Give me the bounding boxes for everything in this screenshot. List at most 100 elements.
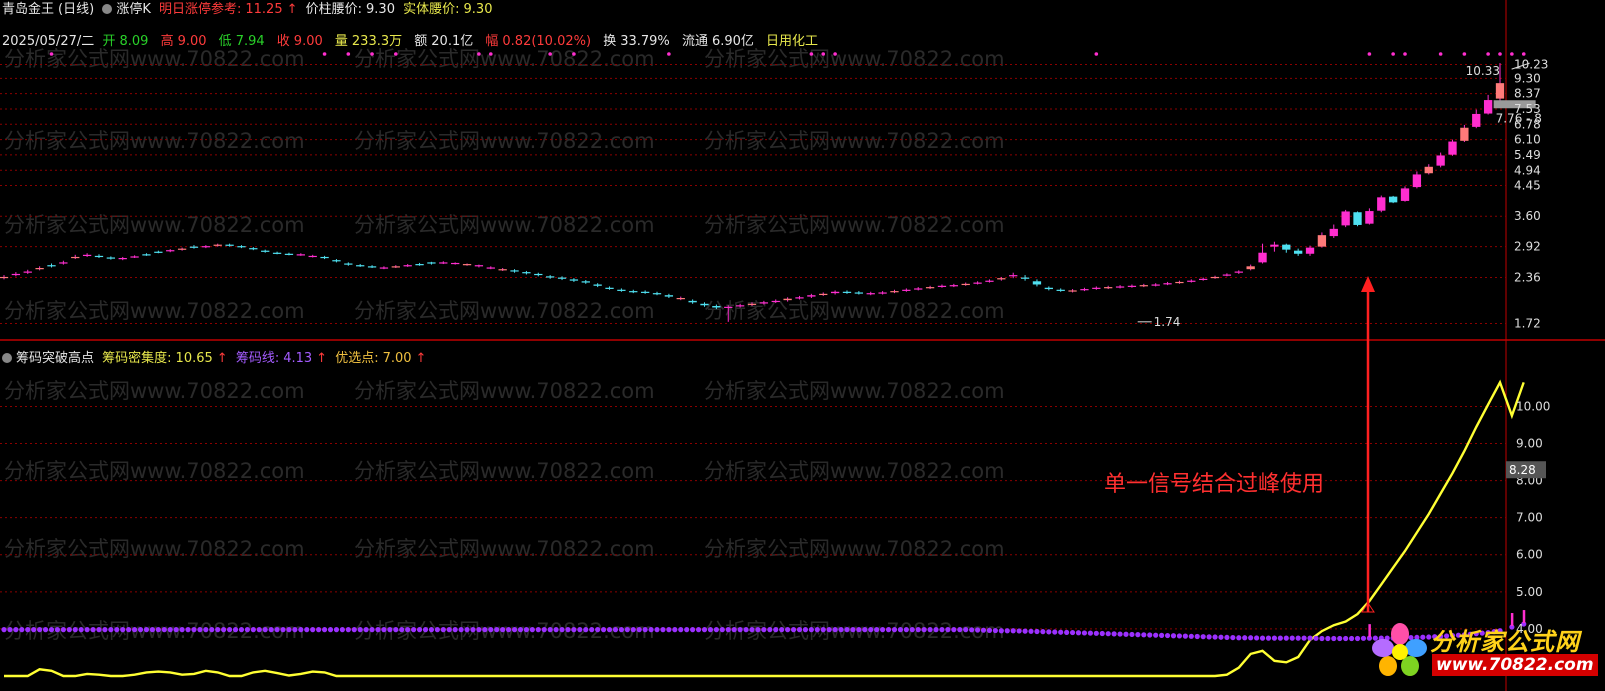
chip-line-dot — [755, 627, 761, 633]
candle-body — [486, 267, 495, 269]
chip-line-dot — [690, 627, 696, 633]
indicator-toggle-icon[interactable] — [2, 353, 12, 363]
chip-line-dot — [1242, 635, 1248, 641]
chip-line-dot — [1354, 635, 1361, 642]
stock-name[interactable]: 青岛金王 — [2, 2, 54, 17]
chip-line-dot — [606, 627, 613, 633]
candle-body — [35, 268, 44, 270]
chip-line-dot — [411, 627, 417, 633]
signal-dot — [1521, 52, 1526, 56]
turnover-value: 33.79% — [620, 34, 670, 49]
chip-line-dot — [1331, 635, 1337, 642]
chip-line-dot — [577, 627, 583, 633]
current-value-label: 8.28 — [1509, 463, 1536, 477]
candle-body — [522, 272, 531, 274]
chip-line-dot — [672, 627, 678, 633]
candle-body — [272, 252, 282, 254]
chip-line-dot — [624, 627, 630, 633]
chip-line-dot — [832, 627, 838, 633]
candle-body — [1472, 113, 1481, 127]
candle-body — [937, 285, 947, 287]
chip-line-dot — [1064, 629, 1070, 636]
candle-body — [842, 291, 852, 293]
amount-value: 20.1亿 — [431, 34, 474, 49]
chip-line-dot — [191, 627, 197, 633]
body-waist-value: 9.30 — [463, 2, 493, 17]
candle-body — [0, 276, 9, 279]
signal-dot — [346, 52, 351, 56]
signal-dot — [833, 52, 837, 56]
chip-line-dot — [369, 627, 375, 633]
candle-body — [1009, 275, 1018, 277]
chip-line-dot — [1170, 633, 1177, 639]
chip-line-dot — [161, 627, 167, 633]
indicator-toggle-icon[interactable] — [102, 4, 113, 14]
candle-body — [427, 262, 436, 264]
candle-body — [1246, 266, 1255, 270]
chip-line-dot — [856, 627, 862, 633]
chip-line-dot — [820, 627, 826, 633]
candle-body — [771, 300, 780, 303]
candle-body — [546, 276, 555, 278]
candle-body — [1163, 283, 1172, 285]
chip-line-dot — [589, 627, 595, 633]
chip-line-dot — [1283, 635, 1289, 641]
candle-body — [1187, 280, 1196, 282]
chip-line-dot — [713, 627, 719, 633]
candle-body — [1317, 235, 1327, 247]
next-limit-label: 明日涨停参考: — [158, 2, 242, 17]
chip-line-dot — [7, 627, 13, 633]
period-label[interactable]: (日线) — [58, 2, 94, 17]
chip-line-dot — [78, 627, 84, 633]
chip-line-dot — [1194, 633, 1200, 640]
chip-line-dot — [333, 627, 340, 633]
chip-line-dot — [1259, 635, 1266, 641]
chip-line-dot — [120, 627, 126, 633]
candle-body — [1139, 285, 1148, 287]
chip-line-dot — [464, 627, 470, 633]
chip-line-dot — [1087, 630, 1093, 636]
chip-line-dot — [992, 627, 998, 634]
chip-line-dot — [761, 627, 767, 633]
chip-line-dot — [1105, 631, 1111, 637]
float-value: 6.90亿 — [711, 34, 754, 49]
change-value: 0.82(10.02%) — [502, 34, 592, 49]
chip-line-dot — [885, 627, 892, 633]
candle-body — [807, 295, 816, 297]
candle-body — [652, 293, 662, 295]
chip-line-dot — [387, 627, 393, 633]
chip-line-dot — [1236, 635, 1242, 641]
sub-grid — [0, 405, 1506, 630]
candlestick-series — [0, 63, 1505, 322]
candle-body — [1068, 290, 1077, 292]
candle-body — [11, 273, 21, 276]
chip-line-dot — [553, 627, 559, 633]
waist-price-label: 价柱腰价: — [305, 2, 363, 17]
candle-body — [1258, 252, 1267, 263]
chip-line-dot — [779, 627, 785, 633]
candle-body — [249, 248, 258, 250]
chip-line-dot — [137, 627, 144, 633]
candle-body — [1495, 83, 1505, 99]
chip-line-dot — [565, 627, 571, 633]
watermark-text: 分析家公式网www.70822.com — [354, 213, 655, 237]
chip-line-dot — [381, 627, 387, 633]
candle-body — [308, 255, 317, 258]
density-label: 筹码密集度: — [102, 351, 172, 366]
density-arrow: ↑ — [216, 351, 228, 366]
indicator-name[interactable]: 涨停K — [116, 2, 151, 17]
signal-annotation: 单一信号结合过峰使用 — [1104, 472, 1325, 497]
candle-body — [985, 280, 994, 282]
chip-line-dot — [250, 627, 256, 633]
sub-indicator-name[interactable]: 筹码突破高点 — [16, 351, 94, 366]
chip-line-dot — [636, 627, 642, 633]
chip-line-dot — [13, 627, 19, 633]
chip-line-dot — [399, 627, 405, 633]
candle-body — [795, 297, 804, 299]
candle-body — [1460, 127, 1469, 141]
chip-line-dot — [452, 627, 458, 633]
sector-label[interactable]: 日用化工 — [766, 34, 818, 49]
chip-line-dot — [31, 627, 37, 633]
chip-line-dot — [1360, 635, 1367, 641]
chip-line-dot — [42, 627, 49, 633]
